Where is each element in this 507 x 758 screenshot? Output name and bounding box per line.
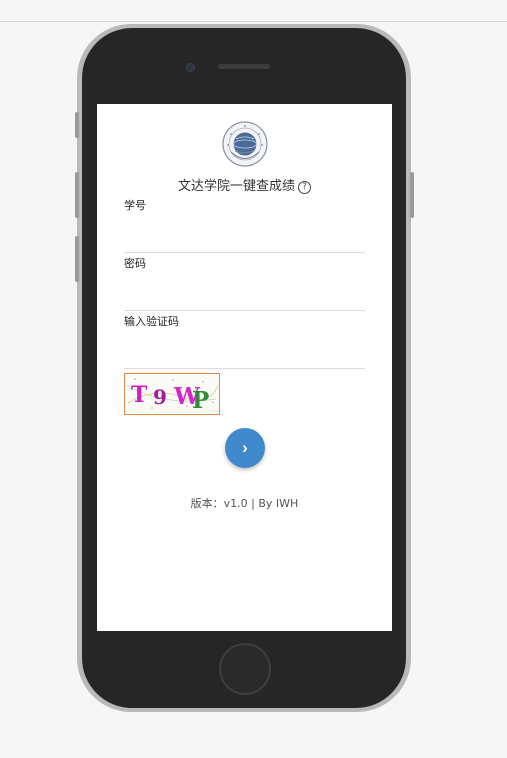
captcha-char-2: 9	[153, 385, 167, 409]
help-icon[interactable]: ?	[298, 181, 311, 194]
captcha-label: 输入验证码	[124, 315, 179, 328]
college-logo	[222, 121, 268, 167]
phone-screen: 文达学院一键查成绩? 学号 密码 输入验证码 T 9 W P › 版本：v1.0…	[97, 104, 392, 631]
student-id-label: 学号	[124, 199, 146, 212]
captcha-char-4: P	[192, 387, 209, 414]
app-title: 文达学院一键查成绩	[177, 179, 295, 194]
student-id-input[interactable]	[124, 226, 365, 253]
version-info: 版本：v1.0 | By IWH	[190, 497, 299, 510]
student-id-field: 学号	[124, 199, 365, 253]
home-button[interactable]	[219, 643, 271, 695]
captcha-image[interactable]: T 9 W P	[124, 373, 220, 415]
captcha-char-1: T	[131, 382, 148, 408]
chevron-right-icon: ›	[242, 438, 248, 457]
volume-up-button	[75, 172, 79, 218]
volume-down-button	[75, 236, 79, 282]
submit-button[interactable]: ›	[225, 428, 265, 468]
power-button	[410, 172, 414, 218]
password-label: 密码	[124, 257, 146, 270]
mute-switch	[75, 112, 79, 138]
captcha-input[interactable]	[124, 342, 365, 369]
page-divider	[0, 21, 507, 22]
speaker-grill	[218, 64, 270, 69]
password-input[interactable]	[124, 284, 365, 311]
captcha-field: 输入验证码	[124, 315, 365, 369]
app-title-row: 文达学院一键查成绩?	[97, 175, 392, 194]
password-field: 密码	[124, 257, 365, 311]
front-camera	[186, 63, 195, 72]
